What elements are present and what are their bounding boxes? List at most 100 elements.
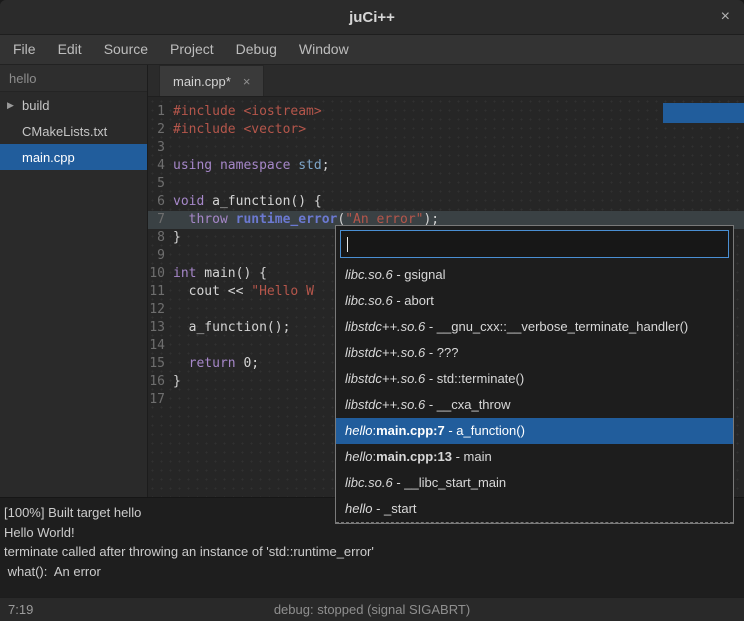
line-number[interactable]: 12 (148, 301, 165, 319)
frame-location: libc.so.6 (345, 475, 393, 490)
code-text: } (173, 373, 181, 391)
line-number[interactable]: 4 (148, 157, 165, 175)
tree-item-main-cpp[interactable]: main.cpp (0, 144, 147, 170)
line-number[interactable]: 3 (148, 139, 165, 157)
frame-name: - abort (393, 293, 434, 308)
frame-location: libstdc++.so.6 (345, 319, 425, 334)
code-token (228, 212, 236, 227)
status-bar: 7:19 debug: stopped (signal SIGABRT) (0, 597, 744, 621)
code-token: main() { (196, 266, 266, 281)
line-number[interactable]: 10 (148, 265, 165, 283)
tree-item-build[interactable]: ▶build (0, 92, 147, 118)
backtrace-item[interactable]: hello - _start (336, 496, 733, 522)
tab-close-icon[interactable]: × (243, 74, 251, 89)
text-cursor (347, 237, 348, 252)
project-label: hello (0, 65, 147, 92)
code-line-6[interactable]: 6 void a_function() { (148, 193, 744, 211)
code-line-5[interactable]: 5 (148, 175, 744, 193)
menu-item-project[interactable]: Project (159, 35, 225, 64)
frame-location: libstdc++.so.6 (345, 345, 425, 360)
code-token: using namespace (173, 158, 290, 173)
backtrace-item[interactable]: libc.so.6 - abort (336, 288, 733, 314)
frame-name: - a_function() (445, 423, 525, 438)
frame-location: libc.so.6 (345, 267, 393, 282)
backtrace-item[interactable]: libstdc++.so.6 - __cxa_throw (336, 392, 733, 418)
line-number[interactable]: 7 (148, 211, 165, 229)
frame-file: main.cpp:7 (376, 423, 445, 438)
code-line-2[interactable]: 2 #include <vector> (148, 121, 744, 139)
code-line-1[interactable]: 1 #include <iostream> (148, 103, 744, 121)
frame-location: libc.so.6 (345, 293, 393, 308)
menu-bar: FileEditSourceProjectDebugWindow (0, 35, 744, 65)
code-text: #include <iostream> (173, 103, 322, 121)
menu-item-debug[interactable]: Debug (225, 35, 288, 64)
code-token (173, 356, 189, 371)
backtrace-item[interactable]: libc.so.6 - gsignal (336, 262, 733, 288)
backtrace-search-input[interactable] (340, 230, 729, 258)
debug-status: debug: stopped (signal SIGABRT) (0, 602, 744, 617)
line-number[interactable]: 15 (148, 355, 165, 373)
frame-name: - gsignal (393, 267, 446, 282)
tree-item-label: main.cpp (22, 150, 75, 165)
sidebar: hello ▶build CMakeLists.txt main.cpp (0, 65, 148, 497)
code-text: int main() { (173, 265, 267, 283)
backtrace-item[interactable]: libc.so.6 - __libc_start_main (336, 470, 733, 496)
menu-item-edit[interactable]: Edit (47, 35, 93, 64)
menu-item-window[interactable]: Window (288, 35, 360, 64)
backtrace-item[interactable]: libstdc++.so.6 - ??? (336, 340, 733, 366)
line-number[interactable]: 1 (148, 103, 165, 121)
menu-item-source[interactable]: Source (93, 35, 159, 64)
window-close-icon[interactable]: × (721, 9, 730, 25)
code-token: } (173, 374, 181, 389)
code-token: std (298, 158, 321, 173)
code-text: } (173, 229, 181, 247)
frame-location: hello (345, 501, 372, 516)
line-number[interactable]: 5 (148, 175, 165, 193)
frame-name: - __cxa_throw (425, 397, 510, 412)
code-token: } (173, 230, 181, 245)
tree-item-label: build (22, 98, 49, 113)
line-number[interactable]: 9 (148, 247, 165, 265)
frame-file: main.cpp:13 (376, 449, 452, 464)
output-line: terminate called after throwing an insta… (4, 542, 740, 562)
expander-icon[interactable]: ▶ (7, 100, 22, 111)
frame-location: libstdc++.so.6 (345, 371, 425, 386)
line-number[interactable]: 8 (148, 229, 165, 247)
window-title: juCi++ (349, 9, 395, 26)
menu-item-file[interactable]: File (2, 35, 47, 64)
backtrace-list: libc.so.6 - gsignallibc.so.6 - abortlibs… (336, 262, 733, 523)
file-tree: ▶build CMakeLists.txt main.cpp (0, 92, 147, 170)
backtrace-item[interactable]: libstdc++.so.6 - std::terminate() (336, 366, 733, 392)
line-number[interactable]: 6 (148, 193, 165, 211)
tree-item-cmakelists-txt[interactable]: CMakeLists.txt (0, 118, 147, 144)
code-text: using namespace std; (173, 157, 330, 175)
tab-main-cpp[interactable]: main.cpp* × (159, 65, 264, 96)
line-number[interactable]: 2 (148, 121, 165, 139)
frame-location: libstdc++.so.6 (345, 397, 425, 412)
backtrace-item[interactable]: libstdc++.so.6 - __gnu_cxx::__verbose_te… (336, 314, 733, 340)
code-line-3[interactable]: 3 (148, 139, 744, 157)
code-line-4[interactable]: 4 using namespace std; (148, 157, 744, 175)
line-number[interactable]: 17 (148, 391, 165, 409)
frame-location: hello (345, 449, 372, 464)
backtrace-item[interactable]: hello:main.cpp:13 - main (336, 444, 733, 470)
frame-name: - __gnu_cxx::__verbose_terminate_handler… (425, 319, 688, 334)
frame-name: - main (452, 449, 492, 464)
frame-name: - _start (372, 501, 416, 516)
code-token: return (189, 356, 236, 371)
vertical-scrollbar-handle[interactable] (663, 103, 744, 123)
line-number[interactable]: 13 (148, 319, 165, 337)
code-token: ; (251, 356, 259, 371)
code-token: void (173, 194, 204, 209)
code-token: a_function() { (204, 194, 321, 209)
line-number[interactable]: 14 (148, 337, 165, 355)
code-text: void a_function() { (173, 193, 322, 211)
backtrace-item[interactable]: hello:main.cpp:7 - a_function() (336, 418, 733, 444)
app-window: juCi++ × FileEditSourceProjectDebugWindo… (0, 0, 744, 621)
code-token: #include <iostream> (173, 104, 322, 119)
code-text: #include <vector> (173, 121, 306, 139)
window-titlebar[interactable]: juCi++ × (0, 0, 744, 35)
tree-item-label: CMakeLists.txt (22, 124, 107, 139)
line-number[interactable]: 16 (148, 373, 165, 391)
line-number[interactable]: 11 (148, 283, 165, 301)
